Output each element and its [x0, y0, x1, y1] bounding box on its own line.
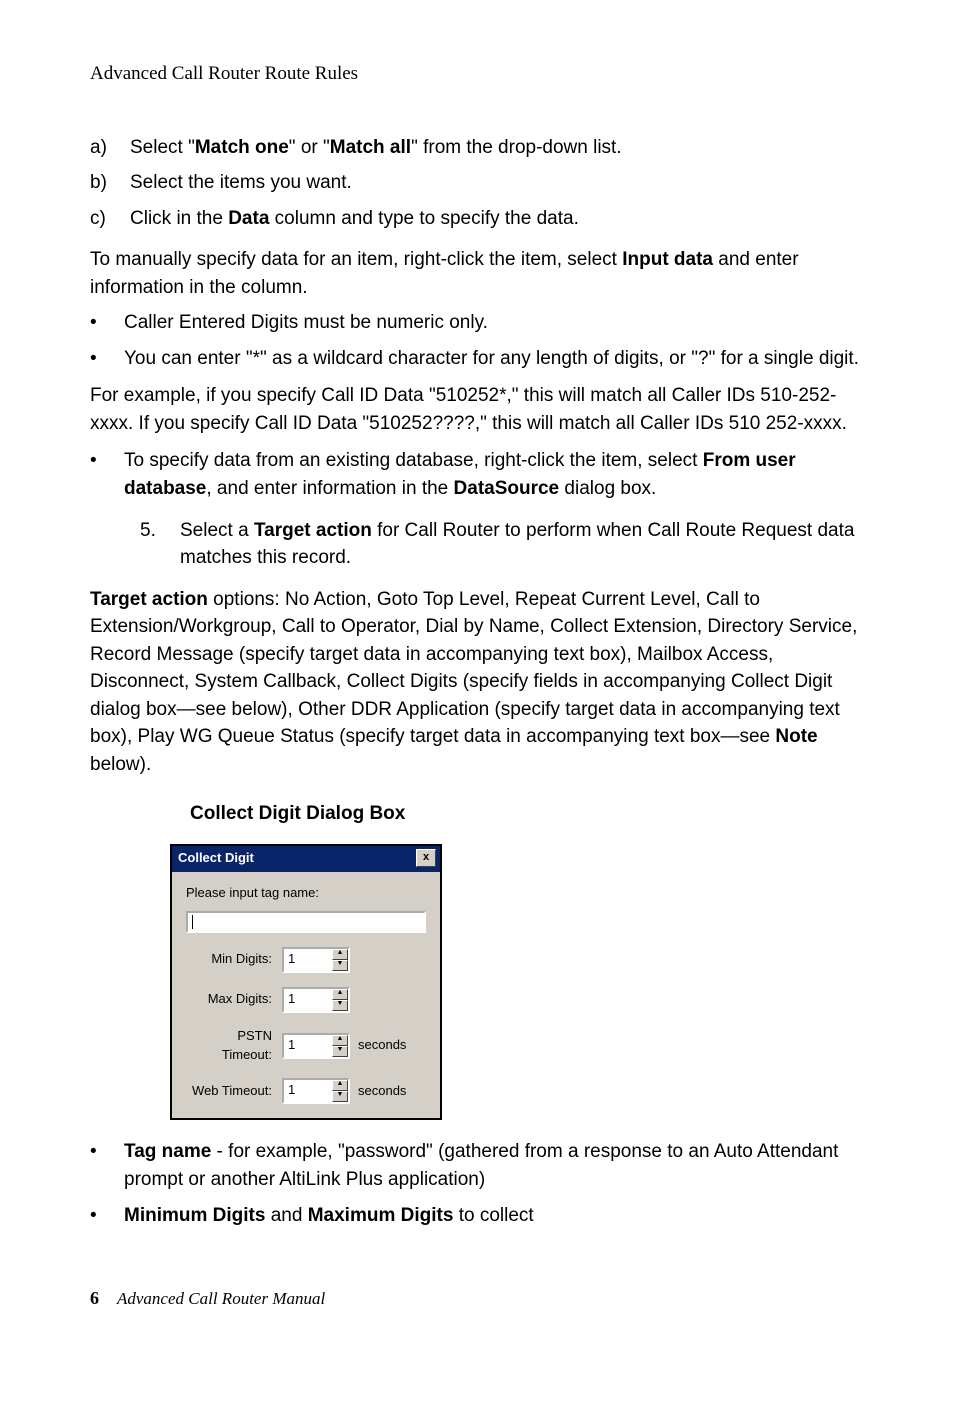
bullet-marker: •: [90, 309, 124, 337]
bullet-marker: •: [90, 1138, 124, 1193]
bullet-from-db: • To specify data from an existing datab…: [90, 447, 864, 502]
list-marker: 5.: [140, 517, 180, 572]
dialog-title: Collect Digit: [178, 849, 254, 868]
text: You can enter "*" as a wildcard characte…: [124, 345, 864, 373]
bullet-marker: •: [90, 1202, 124, 1230]
chevron-up-icon[interactable]: ▲: [332, 1035, 348, 1046]
spin-value: 1: [284, 989, 332, 1011]
text-bold: DataSource: [454, 478, 560, 499]
bullet-min-max-digits: • Minimum Digits and Maximum Digits to c…: [90, 1202, 864, 1230]
text: To manually specify data for an item, ri…: [90, 249, 622, 270]
label-min-digits: Min Digits:: [186, 950, 282, 969]
text: , and enter information in the: [206, 478, 453, 499]
label-pstn-timeout: PSTN Timeout:: [186, 1027, 282, 1065]
text: Select the items you want.: [130, 169, 864, 197]
text: - for example, "password" (gathered from…: [124, 1141, 838, 1190]
collect-digit-dialog: Collect Digit x Please input tag name: M…: [170, 844, 442, 1120]
text-bold: Tag name: [124, 1141, 211, 1162]
max-digits-input[interactable]: 1 ▲▼: [282, 987, 350, 1013]
chevron-down-icon[interactable]: ▼: [332, 1046, 348, 1057]
text: options: No Action, Goto Top Level, Repe…: [90, 589, 857, 748]
text-bold: Note: [775, 726, 817, 747]
text: and: [265, 1205, 307, 1226]
page-number: 6: [90, 1288, 99, 1308]
text-bold: Match all: [330, 137, 411, 158]
step-5: 5. Select a Target action for Call Route…: [140, 517, 864, 572]
page-header: Advanced Call Router Route Rules: [90, 60, 864, 88]
bullet-marker: •: [90, 447, 124, 502]
text: dialog box.: [559, 478, 656, 499]
label-max-digits: Max Digits:: [186, 990, 282, 1009]
text: Select a: [180, 520, 254, 541]
suffix-seconds: seconds: [358, 1082, 406, 1101]
list-item-a: a) Select "Match one" or "Match all" fro…: [90, 134, 864, 162]
text-bold: Data: [228, 208, 269, 229]
row-min-digits: Min Digits: 1 ▲▼: [186, 947, 426, 973]
text-bold: Target action: [90, 589, 208, 610]
text: To specify data from an existing databas…: [124, 450, 703, 471]
chevron-up-icon[interactable]: ▲: [332, 949, 348, 960]
paragraph-manual: To manually specify data for an item, ri…: [90, 246, 864, 301]
pstn-timeout-input[interactable]: 1 ▲▼: [282, 1033, 350, 1059]
bullet-marker: •: [90, 345, 124, 373]
min-digits-input[interactable]: 1 ▲▼: [282, 947, 350, 973]
list-marker: b): [90, 169, 130, 197]
chevron-down-icon[interactable]: ▼: [332, 1091, 348, 1102]
chevron-down-icon[interactable]: ▼: [332, 960, 348, 971]
page-footer: 6 Advanced Call Router Manual: [90, 1285, 864, 1312]
tag-name-label: Please input tag name:: [186, 884, 426, 903]
spin-value: 1: [284, 949, 332, 971]
text: to collect: [453, 1205, 533, 1226]
text: column and type to specify the data.: [269, 208, 578, 229]
paragraph-example: For example, if you specify Call ID Data…: [90, 382, 864, 437]
label-web-timeout: Web Timeout:: [186, 1082, 282, 1101]
text: " or ": [289, 137, 330, 158]
bullet-caller-digits: • Caller Entered Digits must be numeric …: [90, 309, 864, 337]
footer-title: Advanced Call Router Manual: [117, 1289, 325, 1308]
paragraph-target-action: Target action options: No Action, Goto T…: [90, 586, 864, 779]
text: Click in the: [130, 208, 228, 229]
tag-name-input[interactable]: [186, 911, 426, 933]
list-item-c: c) Click in the Data column and type to …: [90, 205, 864, 233]
bullet-tag-name: • Tag name - for example, "password" (ga…: [90, 1138, 864, 1193]
chevron-up-icon[interactable]: ▲: [332, 989, 348, 1000]
list-item-b: b) Select the items you want.: [90, 169, 864, 197]
text: below).: [90, 754, 151, 775]
spin-value: 1: [284, 1035, 332, 1057]
list-marker: c): [90, 205, 130, 233]
text-bold: Input data: [622, 249, 713, 270]
text: For example, if you specify Call ID Data…: [90, 382, 864, 437]
text-bold: Target action: [254, 520, 372, 541]
chevron-down-icon[interactable]: ▼: [332, 1000, 348, 1011]
heading-collect-digit: Collect Digit Dialog Box: [190, 800, 864, 828]
text: " from the drop-down list.: [411, 137, 622, 158]
spin-value: 1: [284, 1080, 332, 1102]
chevron-up-icon[interactable]: ▲: [332, 1080, 348, 1091]
list-marker: a): [90, 134, 130, 162]
web-timeout-input[interactable]: 1 ▲▼: [282, 1078, 350, 1104]
text-bold: Match one: [195, 137, 289, 158]
text-bold: Minimum Digits: [124, 1205, 265, 1226]
dialog-titlebar: Collect Digit x: [172, 846, 440, 872]
bullet-wildcard: • You can enter "*" as a wildcard charac…: [90, 345, 864, 373]
suffix-seconds: seconds: [358, 1036, 406, 1055]
row-max-digits: Max Digits: 1 ▲▼: [186, 987, 426, 1013]
text: Caller Entered Digits must be numeric on…: [124, 309, 864, 337]
text: Select ": [130, 137, 195, 158]
row-pstn-timeout: PSTN Timeout: 1 ▲▼ seconds: [186, 1027, 426, 1065]
row-web-timeout: Web Timeout: 1 ▲▼ seconds: [186, 1078, 426, 1104]
text-bold: Maximum Digits: [308, 1205, 454, 1226]
close-button[interactable]: x: [416, 849, 436, 867]
